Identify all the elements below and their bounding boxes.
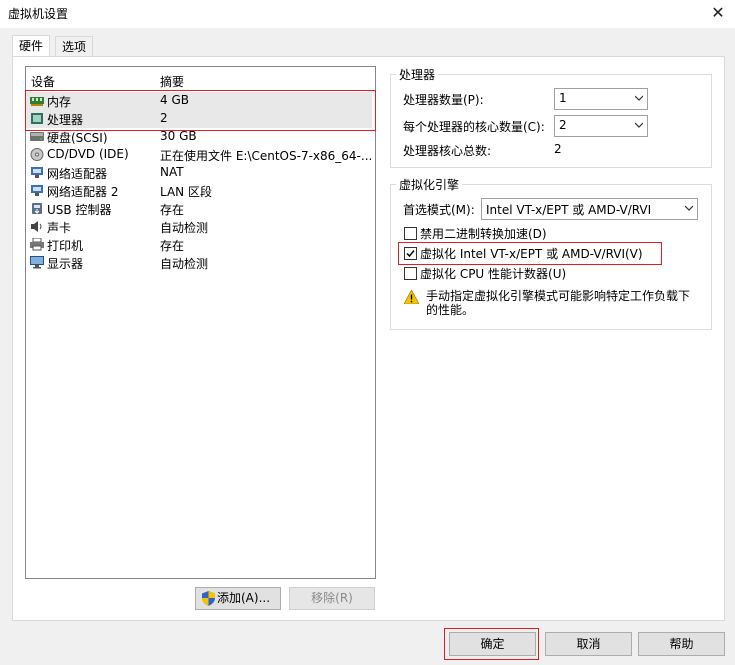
chevron-down-icon [635, 95, 643, 101]
device-row-network-adapter[interactable]: 网络适配器 NAT [26, 164, 372, 182]
virtualization-group-title: 虚拟化引擎 [396, 176, 463, 193]
chevron-down-icon [635, 122, 643, 128]
device-summary: 30 GB [160, 129, 197, 143]
device-row-usb-controller[interactable]: USB 控制器 存在 [26, 200, 372, 218]
help-button[interactable]: 帮助 [638, 632, 725, 656]
device-summary: NAT [160, 165, 184, 179]
cancel-button[interactable]: 取消 [545, 632, 632, 656]
device-summary: 存在 [160, 203, 185, 217]
device-name: 打印机 [47, 239, 84, 253]
network-adapter-icon [31, 185, 43, 196]
processor-count-label: 处理器数量(P): [403, 93, 484, 107]
window-title: 虚拟机设置 [8, 7, 69, 21]
device-summary: 自动检测 [160, 257, 209, 271]
device-row-network-adapter-2[interactable]: 网络适配器 2 LAN 区段 [26, 182, 372, 200]
highlight-box-memory-processor [25, 90, 376, 131]
remove-button[interactable]: 移除(R) [289, 587, 375, 610]
cores-per-processor-dropdown[interactable]: 2 [554, 115, 648, 137]
display-icon [30, 256, 44, 269]
preferred-mode-value: Intel VT-x/EPT 或 AMD-V/RVI [486, 203, 652, 217]
processor-count-value: 1 [559, 91, 567, 105]
device-name: 网络适配器 2 [47, 185, 119, 199]
device-row-cd-dvd[interactable]: CD/DVD (IDE) 正在使用文件 E:\CentOS-7-x86_64-.… [26, 146, 372, 164]
device-name: 硬盘(SCSI) [47, 131, 108, 145]
device-name: 声卡 [47, 221, 72, 235]
total-cores-value: 2 [554, 142, 562, 156]
device-summary: 自动检测 [160, 221, 209, 235]
shield-icon [202, 591, 215, 606]
processor-count-dropdown[interactable]: 1 [554, 88, 648, 110]
device-row-sound-card[interactable]: 声卡 自动检测 [26, 218, 372, 236]
usb-icon [32, 203, 42, 214]
network-adapter-icon [31, 167, 43, 178]
device-name: CD/DVD (IDE) [47, 147, 129, 161]
column-header-device[interactable]: 设备 [31, 73, 55, 90]
chevron-down-icon [685, 205, 693, 211]
device-row-printer[interactable]: 打印机 存在 [26, 236, 372, 254]
device-name: 网络适配器 [47, 167, 108, 181]
preferred-mode-dropdown[interactable]: Intel VT-x/EPT 或 AMD-V/RVI [481, 198, 698, 220]
virtualize-cpu-counters-checkbox[interactable] [404, 267, 417, 280]
highlight-box-ok [444, 628, 539, 660]
cd-dvd-icon [30, 148, 44, 161]
cores-per-processor-value: 2 [559, 118, 567, 132]
device-name: 显示器 [47, 257, 84, 271]
device-name: USB 控制器 [47, 203, 112, 217]
highlight-box-vtx [398, 242, 662, 265]
cores-per-processor-label: 每个处理器的核心数量(C): [403, 120, 545, 134]
device-summary: 存在 [160, 239, 185, 253]
close-button[interactable]: ✕ [708, 2, 728, 24]
add-button-label: 添加(A)... [217, 591, 271, 605]
device-row-display[interactable]: 显示器 自动检测 [26, 254, 372, 272]
disable-binary-translation-checkbox[interactable] [404, 227, 417, 240]
processor-group-title: 处理器 [396, 66, 439, 83]
disable-binary-translation-label[interactable]: 禁用二进制转换加速(D) [420, 225, 547, 242]
device-summary: 正在使用文件 E:\CentOS-7-x86_64-... [160, 149, 373, 163]
preferred-mode-label: 首选模式(M): [403, 203, 475, 217]
total-cores-label: 处理器核心总数: [403, 144, 492, 158]
tab-hardware[interactable]: 硬件 [12, 35, 51, 58]
title-bar [0, 0, 735, 28]
tab-options[interactable]: 选项 [55, 36, 94, 57]
column-header-summary[interactable]: 摘要 [160, 73, 184, 90]
warning-icon [404, 290, 419, 304]
device-summary: LAN 区段 [160, 185, 212, 199]
warning-text: 手动指定虚拟化引擎模式可能影响特定工作负载下的性能。 [426, 289, 691, 317]
printer-icon [30, 238, 44, 251]
add-button[interactable]: 添加(A)... [195, 587, 281, 610]
sound-card-icon [31, 221, 42, 232]
virtualize-cpu-counters-label[interactable]: 虚拟化 CPU 性能计数器(U) [420, 265, 566, 282]
hard-disk-icon [30, 132, 44, 141]
